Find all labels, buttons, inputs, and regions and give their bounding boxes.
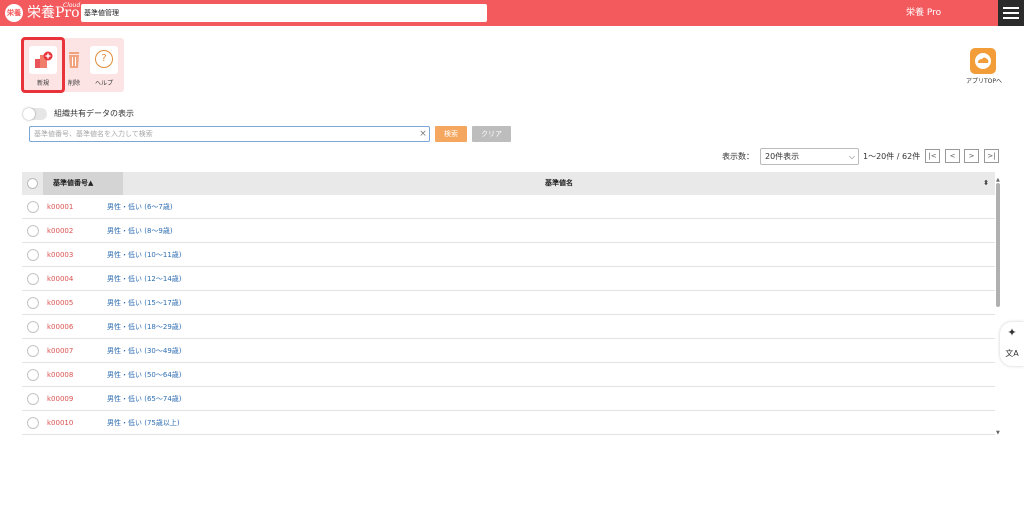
row-select-radio[interactable] <box>27 297 39 309</box>
table-row[interactable]: k00010 男性・低い (75歳以上) <box>22 411 995 435</box>
row-select-radio[interactable] <box>27 369 39 381</box>
row-select-radio[interactable] <box>27 393 39 405</box>
row-select-radio[interactable] <box>27 273 39 285</box>
table-row[interactable]: k00003 男性・低い (10〜11歳) <box>22 243 995 267</box>
first-page-button[interactable]: |< <box>925 149 940 163</box>
sort-icon[interactable]: ⬍ <box>983 172 989 195</box>
shared-data-toggle[interactable] <box>23 108 47 120</box>
row-select-radio[interactable] <box>27 249 39 261</box>
next-page-button[interactable]: > <box>964 149 979 163</box>
home-cloud-icon <box>975 53 991 69</box>
shared-data-toggle-label: 組織共有データの表示 <box>54 109 134 118</box>
column-header-code[interactable]: 基準値番号▲ <box>43 172 123 195</box>
table-header: 基準値番号▲ 基準値名 ⬍ <box>22 172 995 195</box>
row-name-link[interactable]: 男性・低い (75歳以上) <box>107 411 180 435</box>
row-select-radio[interactable] <box>27 345 39 357</box>
row-name-link[interactable]: 男性・低い (50〜64歳) <box>107 363 182 387</box>
help-icon-box: ? <box>90 46 118 74</box>
row-name-link[interactable]: 男性・低い (65〜74歳) <box>107 387 182 411</box>
help-button-label: ヘルプ <box>94 80 113 87</box>
table-row[interactable]: k00009 男性・低い (65〜74歳) <box>22 387 995 411</box>
scroll-thumb[interactable] <box>996 183 1000 307</box>
table-row[interactable]: k00004 男性・低い (12〜14歳) <box>22 267 995 291</box>
logo-subtext: Cloud <box>63 2 81 9</box>
per-page-select[interactable]: 20件表示 ⌵ <box>760 148 859 165</box>
row-name-link[interactable]: 男性・低い (8〜9歳) <box>107 219 173 243</box>
column-header-name[interactable]: 基準値名 ⬍ <box>123 172 995 195</box>
table-row[interactable]: k00008 男性・低い (50〜64歳) <box>22 363 995 387</box>
row-code-link[interactable]: k00007 <box>47 339 73 363</box>
translate-icon[interactable]: 文A <box>1005 346 1019 362</box>
logo-mark: 栄養 <box>5 4 23 22</box>
table-scrollbar[interactable]: ▲ ▼ <box>996 178 1001 436</box>
row-select-radio[interactable] <box>27 225 39 237</box>
delete-icon-box <box>60 46 88 74</box>
per-page-label: 表示数： <box>722 152 754 161</box>
row-name-link[interactable]: 男性・低い (18〜29歳) <box>107 315 182 339</box>
row-name-link[interactable]: 男性・低い (12〜14歳) <box>107 267 182 291</box>
row-code-link[interactable]: k00008 <box>47 363 73 387</box>
delete-button-label: 削除 <box>67 80 80 87</box>
app-top-icon <box>970 48 996 74</box>
app-window: 栄養 栄養Pro Cloud 基準値管理 栄養 Pro 新規 削除 ? ヘルプ … <box>0 0 1024 508</box>
table-row[interactable]: k00001 男性・低い (6〜7歳) <box>22 195 995 219</box>
search-input[interactable] <box>29 126 430 142</box>
clear-input-icon[interactable]: × <box>418 127 428 141</box>
row-select-radio[interactable] <box>27 201 39 213</box>
sparkle-icon[interactable]: ✦ <box>1005 325 1019 341</box>
hamburger-menu-icon[interactable] <box>998 0 1024 26</box>
row-name-link[interactable]: 男性・低い (6〜7歳) <box>107 195 173 219</box>
delete-button[interactable]: 削除 <box>58 42 90 88</box>
header-bar: 栄養 栄養Pro Cloud 基準値管理 栄養 Pro <box>0 0 1024 26</box>
table-body: k00001 男性・低い (6〜7歳) k00002 男性・低い (8〜9歳) k000… <box>22 195 995 435</box>
search-button[interactable]: 検索 <box>435 126 467 142</box>
row-code-link[interactable]: k00004 <box>47 267 73 291</box>
help-icon: ? <box>95 50 113 68</box>
row-code-link[interactable]: k00003 <box>47 243 73 267</box>
help-button[interactable]: ? ヘルプ <box>88 42 120 88</box>
select-all-radio[interactable] <box>27 178 38 189</box>
trash-icon <box>69 52 79 68</box>
last-page-button[interactable]: >| <box>984 149 999 163</box>
row-code-link[interactable]: k00010 <box>47 411 73 435</box>
clear-button[interactable]: クリア <box>472 126 511 142</box>
row-code-link[interactable]: k00006 <box>47 315 73 339</box>
table-row[interactable]: k00006 男性・低い (18〜29歳) <box>22 315 995 339</box>
table-row[interactable]: k00005 男性・低い (15〜17歳) <box>22 291 995 315</box>
row-name-link[interactable]: 男性・低い (10〜11歳) <box>107 243 182 267</box>
per-page-value: 20件表示 <box>765 152 800 161</box>
page-range-info: 1〜20件 / 62件 <box>863 152 921 161</box>
row-name-link[interactable]: 男性・低い (15〜17歳) <box>107 291 182 315</box>
scroll-down-arrow-icon[interactable]: ▼ <box>996 431 1000 436</box>
row-name-link[interactable]: 男性・低い (30〜49歳) <box>107 339 182 363</box>
side-tools: ✦ 文A <box>1000 322 1024 366</box>
app-top-label: アプリTOPへ <box>965 78 1002 85</box>
row-code-link[interactable]: k00005 <box>47 291 73 315</box>
column-header-name-label: 基準値名 <box>545 179 573 187</box>
table-row[interactable]: k00002 男性・低い (8〜9歳) <box>22 219 995 243</box>
table-row[interactable]: k00007 男性・低い (30〜49歳) <box>22 339 995 363</box>
row-select-radio[interactable] <box>27 321 39 333</box>
prev-page-button[interactable]: < <box>945 149 960 163</box>
select-all-header[interactable] <box>22 172 43 195</box>
toggle-knob <box>23 108 35 120</box>
screen-title: 基準値管理 <box>81 4 487 22</box>
row-code-link[interactable]: k00009 <box>47 387 73 411</box>
row-code-link[interactable]: k00001 <box>47 195 73 219</box>
user-name[interactable]: 栄養 Pro <box>906 0 941 26</box>
chevron-down-icon: ⌵ <box>848 152 855 161</box>
row-code-link[interactable]: k00002 <box>47 219 73 243</box>
app-top-button[interactable]: アプリTOPへ <box>960 46 1008 86</box>
row-select-radio[interactable] <box>27 417 39 429</box>
